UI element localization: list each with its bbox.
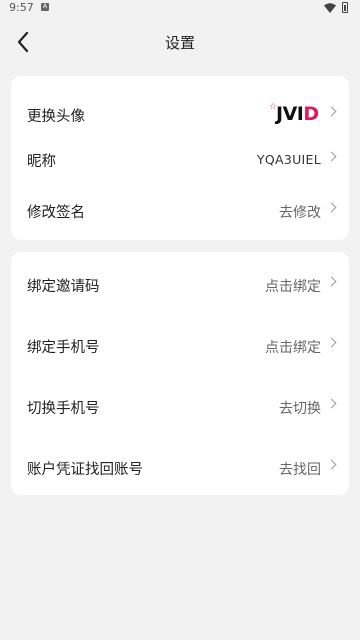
signature-value: 去修改: [279, 205, 321, 221]
nickname-label: 昵称: [27, 154, 56, 170]
chevron-right-icon: [326, 459, 337, 470]
bind-invite-code-row[interactable]: 绑定邀请码 点击绑定: [11, 264, 349, 304]
nickname-value: YQA3UIEL: [256, 152, 321, 167]
recover-account-value: 去找回: [279, 462, 321, 478]
profile-settings-card: 更换头像 ☆ JVID 昵称 YQA3UIEL 修改签名 去修改: [11, 76, 349, 240]
switch-phone-value: 去切换: [279, 401, 321, 417]
account-settings-card: 绑定邀请码 点击绑定 绑定手机号 点击绑定 切换手机号 去切换 账户凭证找回账号…: [11, 252, 349, 495]
bind-phone-label: 绑定手机号: [27, 340, 100, 356]
bind-phone-row[interactable]: 绑定手机号 点击绑定: [11, 325, 349, 365]
wifi-icon: [324, 3, 336, 13]
bind-invite-code-value: 点击绑定: [265, 279, 321, 295]
chevron-right-icon: [326, 337, 337, 348]
change-avatar-row[interactable]: 更换头像 ☆ JVID: [11, 94, 349, 134]
status-bar: 9:57 A: [0, 0, 360, 16]
recover-account-label: 账户凭证找回账号: [27, 462, 143, 478]
page-title: 设置: [164, 34, 195, 52]
signature-label: 修改签名: [27, 205, 85, 221]
chevron-right-icon: [326, 202, 337, 213]
recover-account-row[interactable]: 账户凭证找回账号 去找回: [11, 447, 349, 487]
chevron-right-icon: [326, 276, 337, 287]
nickname-row[interactable]: 昵称 YQA3UIEL: [11, 139, 349, 179]
avatar-image: ☆ JVID: [269, 102, 320, 125]
chevron-right-icon: [326, 398, 337, 409]
switch-phone-row[interactable]: 切换手机号 去切换: [11, 386, 349, 426]
change-avatar-label: 更换头像: [27, 109, 85, 125]
chevron-right-icon: [326, 151, 337, 162]
bind-invite-code-label: 绑定邀请码: [27, 279, 100, 295]
battery-icon: [342, 2, 348, 13]
status-time: 9:57: [9, 1, 34, 14]
bind-phone-value: 点击绑定: [265, 340, 321, 356]
avatar-logo-text: JVID: [276, 103, 319, 125]
top-bar: 设置: [0, 16, 360, 68]
switch-phone-label: 切换手机号: [27, 401, 100, 417]
notification-icon: A: [41, 3, 49, 11]
chevron-right-icon: [326, 106, 337, 117]
signature-row[interactable]: 修改签名 去修改: [11, 190, 349, 230]
